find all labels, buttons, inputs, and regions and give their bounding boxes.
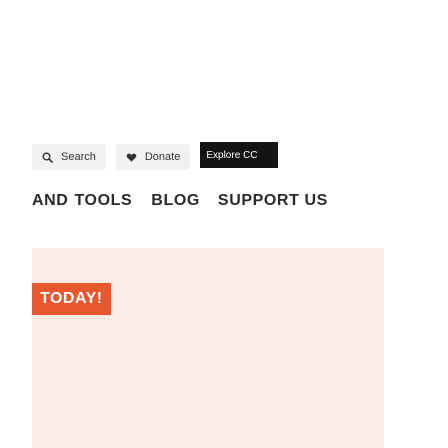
donate-button[interactable]: Donate xyxy=(115,144,191,170)
nav-item-blog[interactable]: BLOG xyxy=(151,192,200,210)
utility-bar: Search Donate Explore CC xyxy=(32,142,279,170)
search-icon xyxy=(42,152,53,163)
page: Search Donate Explore CC AND TOOLS BLOG … xyxy=(0,0,448,448)
hero-badge: TODAY! xyxy=(32,283,111,315)
nav-item-and[interactable]: AND xyxy=(32,192,68,210)
donate-label: Donate xyxy=(144,151,181,163)
nav-item-support-us[interactable]: SUPPORT US xyxy=(218,192,328,210)
hero-banner: TODAY! xyxy=(32,248,384,448)
search-button[interactable]: Search xyxy=(32,144,106,170)
nav-item-tools[interactable]: TOOLS xyxy=(74,192,132,210)
search-label: Search xyxy=(61,151,96,163)
heart-icon xyxy=(126,152,137,163)
main-nav: AND TOOLS BLOG SUPPORT US xyxy=(32,192,328,210)
explore-cc-label: Explore CC xyxy=(206,149,258,161)
explore-cc-button[interactable]: Explore CC xyxy=(200,142,279,168)
